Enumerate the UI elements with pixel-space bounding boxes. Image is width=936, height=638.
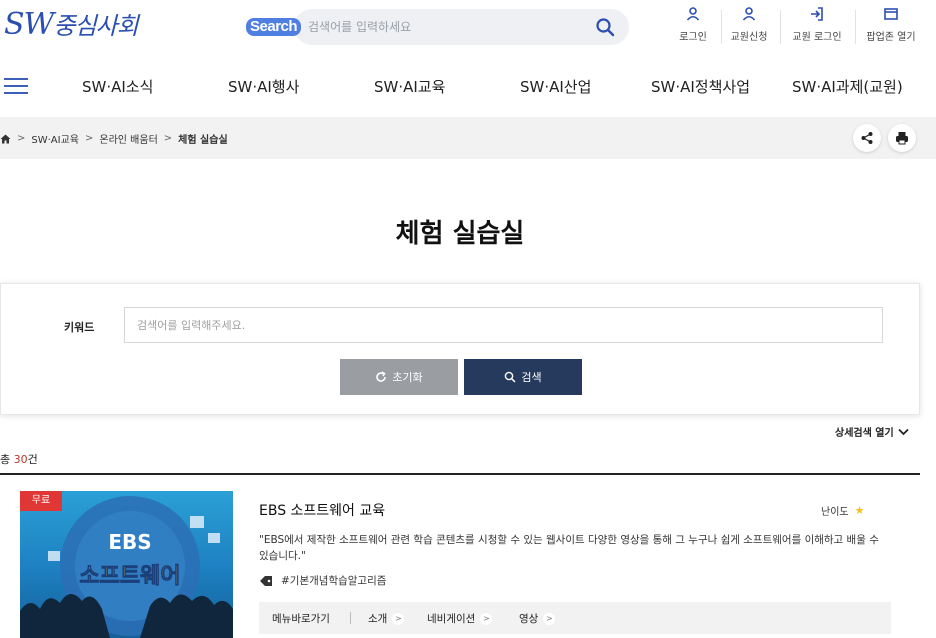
refresh-icon <box>376 371 387 382</box>
main-nav: SW·AI소식 SW·AI행사 SW·AI교육 SW·AI산업 SW·AI정책사… <box>0 60 936 116</box>
nav-item-projects[interactable]: SW·AI과제(교원) <box>792 76 903 97</box>
total-suffix: 건 <box>27 453 38 466</box>
breadcrumb: > SW·AI교육 > 온라인 배움터 > 체험 실습실 <box>0 131 228 146</box>
util-divider <box>855 10 856 44</box>
thumbnail-line2: 소프트웨어 <box>79 564 180 589</box>
teacher-apply-label: 교원신청 <box>730 32 768 43</box>
difficulty-label: 난이도 <box>821 507 849 518</box>
breadcrumb-item[interactable]: 온라인 배움터 <box>99 131 157 146</box>
search-panel: 키워드 초기화 검색 <box>0 283 920 415</box>
login-link[interactable]: 로그인 <box>672 6 714 50</box>
menu-item-label: 영상 <box>519 613 539 625</box>
window-icon <box>884 8 898 20</box>
menu-item-label: 네비게이션 <box>427 613 476 625</box>
global-search: Search <box>246 9 629 45</box>
menu-shortcut-label: 메뉴바로가기 <box>272 613 330 625</box>
nav-item-news[interactable]: SW·AI소식 <box>82 76 153 97</box>
person-icon <box>686 7 700 21</box>
teacher-login-link[interactable]: 교원 로그인 <box>787 6 847 50</box>
global-search-box <box>294 9 629 45</box>
breadcrumb-current: 체험 실습실 <box>178 135 228 146</box>
card-title[interactable]: EBS 소프트웨어 교육 <box>259 500 385 520</box>
thumbnail-illustration: EBS 소프트웨어 <box>20 496 233 638</box>
search-tag: Search <box>246 18 302 36</box>
detail-search-label: 상세검색 열기 <box>835 428 894 439</box>
star-icon: ★ <box>854 504 865 517</box>
login-label: 로그인 <box>679 32 707 43</box>
total-prefix: 총 <box>0 453 14 466</box>
free-badge: 무료 <box>20 491 62 511</box>
chevron-right-icon: > <box>543 612 556 625</box>
menu-item-intro[interactable]: 소개 > <box>368 611 405 626</box>
nav-item-policy[interactable]: SW·AI정책사업 <box>651 76 750 97</box>
chevron-right-icon: > <box>163 133 173 144</box>
site-header: SW중심사회 Search 로그인 교원신청 교원 로그인 팝업존 열기 <box>0 0 936 60</box>
card-tag-label: #기본개념학습알고리즘 <box>281 575 387 587</box>
print-icon <box>896 132 908 145</box>
total-number: 30 <box>13 453 28 466</box>
reset-button[interactable]: 초기화 <box>340 359 458 395</box>
share-icon <box>861 132 873 144</box>
menu-item-video[interactable]: 영상 > <box>519 611 556 626</box>
menu-item-navigation[interactable]: 네비게이션 > <box>427 611 493 626</box>
menu-icon[interactable] <box>4 78 28 96</box>
nav-item-events[interactable]: SW·AI행사 <box>228 76 299 97</box>
chevron-right-icon: > <box>480 612 493 625</box>
detail-search-toggle[interactable]: 상세검색 열기 <box>835 424 909 439</box>
popup-zone-link[interactable]: 팝업존 열기 <box>861 6 921 50</box>
logo-text: 중심사회 <box>53 12 138 40</box>
card-menu-bar: 메뉴바로가기 소개 > 네비게이션 > 영상 > <box>259 602 891 634</box>
tag-icon <box>260 575 272 586</box>
teacher-apply-link[interactable]: 교원신청 <box>727 6 771 50</box>
nav-item-education[interactable]: SW·AI교육 <box>374 76 445 97</box>
print-button[interactable] <box>888 124 916 152</box>
thumbnail-line1: EBS <box>108 530 151 554</box>
page-title: 체험 실습실 <box>395 219 525 249</box>
chevron-right-icon: > <box>392 612 405 625</box>
nav-item-industry[interactable]: SW·AI산업 <box>520 76 591 97</box>
home-icon[interactable] <box>0 134 11 144</box>
card-thumbnail[interactable]: EBS 소프트웨어 무료 <box>20 491 233 638</box>
share-button[interactable] <box>853 124 881 152</box>
util-divider <box>721 10 722 44</box>
reset-label: 초기화 <box>392 371 423 384</box>
search-icon[interactable] <box>595 17 615 37</box>
teacher-login-label: 교원 로그인 <box>792 32 842 43</box>
chevron-right-icon: > <box>17 133 26 144</box>
breadcrumb-item[interactable]: SW·AI교육 <box>31 131 79 146</box>
difficulty: 난이도 ★ <box>821 503 864 518</box>
logo-sw: SW <box>4 7 54 42</box>
list-divider <box>0 473 920 475</box>
menu-item-label: 소개 <box>368 613 388 625</box>
keyword-input[interactable] <box>124 307 883 343</box>
search-button[interactable]: 검색 <box>464 359 582 395</box>
chevron-down-icon <box>898 428 909 435</box>
card-tag[interactable]: #기본개념학습알고리즘 <box>259 573 386 588</box>
search-label: 검색 <box>521 371 542 384</box>
total-count: 총 30건 <box>0 451 38 467</box>
global-search-input[interactable] <box>308 17 588 37</box>
util-divider <box>780 10 781 44</box>
breadcrumb-bar: > SW·AI교육 > 온라인 배움터 > 체험 실습실 <box>0 117 936 159</box>
keyword-label: 키워드 <box>64 321 95 334</box>
search-icon <box>505 371 516 383</box>
popup-zone-label: 팝업존 열기 <box>866 32 916 43</box>
person-icon <box>742 7 756 21</box>
site-logo[interactable]: SW중심사회 <box>4 6 139 42</box>
card-description: "EBS에서 제작한 소프트웨어 관련 학습 콘텐츠를 시청할 수 있는 웹사이… <box>259 534 879 562</box>
menu-divider <box>350 612 351 624</box>
login-icon <box>811 7 823 21</box>
chevron-right-icon: > <box>85 133 94 144</box>
